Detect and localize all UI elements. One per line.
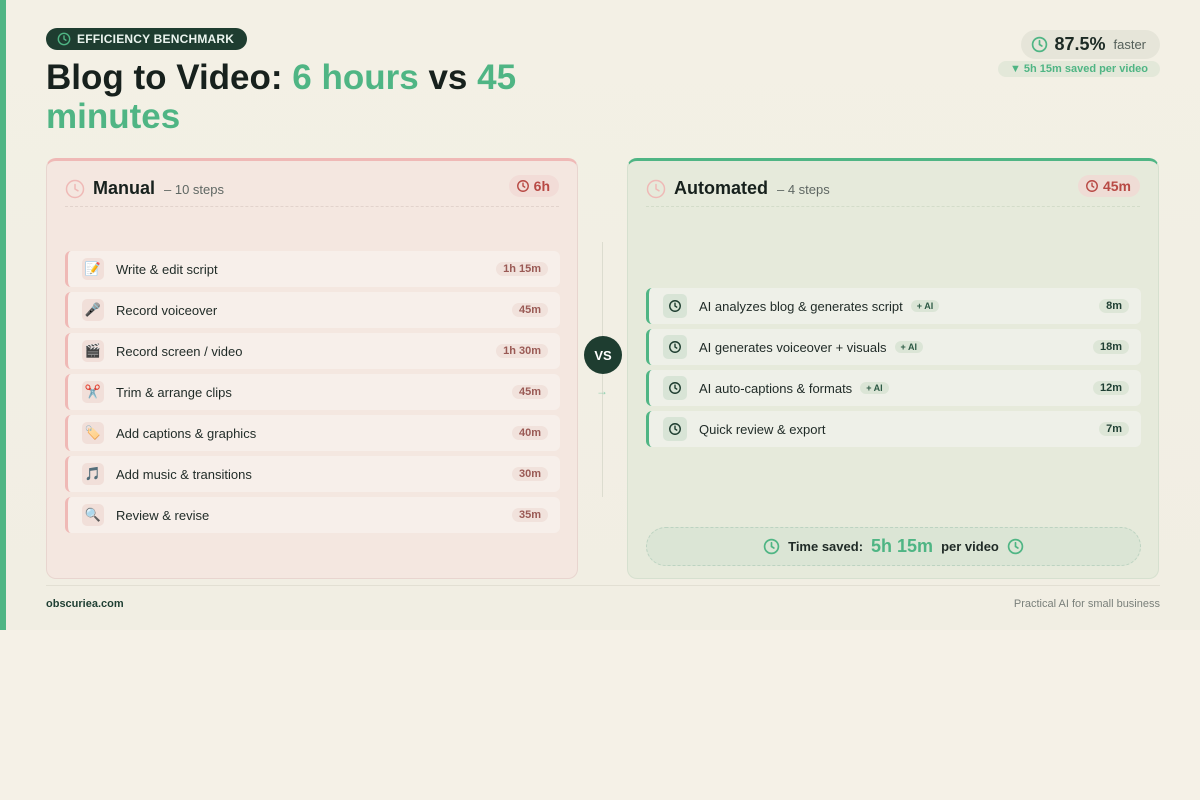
manual-step-row: 📝 Write & edit script 1h 15m <box>65 251 560 287</box>
left-accent-bar <box>0 0 6 630</box>
page-title: Blog to Video: 6 hours vs 45 minutes <box>46 58 566 136</box>
badge-label: EFFICIENCY BENCHMARK <box>77 32 235 46</box>
clock-icon <box>663 376 687 400</box>
automated-panel-header: Automated – 4 steps 45m <box>646 175 1140 207</box>
clock-icon <box>763 538 780 555</box>
faster-label: faster <box>1113 37 1146 52</box>
manual-total-time: 6h <box>533 178 550 194</box>
manual-step-row: ✂️ Trim & arrange clips 45m <box>65 374 560 410</box>
time-saved-suffix: per video <box>941 539 999 554</box>
automated-step-row: AI generates voiceover + visuals + AI 18m <box>646 329 1141 365</box>
clock-icon <box>57 32 71 46</box>
faster-stat-pill: 87.5% faster <box>1021 30 1160 59</box>
music-note-icon: 🎵 <box>82 463 104 485</box>
step-duration: 45m <box>511 385 548 399</box>
title-part-2: vs <box>418 58 478 97</box>
manual-panel-header: Manual – 10 steps 6h <box>65 175 559 207</box>
clock-icon <box>1007 538 1024 555</box>
step-label: Add captions & graphics <box>116 425 257 441</box>
title-highlight-manual-time: 6 hours <box>292 58 419 97</box>
footer-tagline: Practical AI for small business <box>1013 598 1160 610</box>
manual-step-count: – 10 steps <box>164 182 225 197</box>
step-label: AI auto-captions & formats <box>699 380 853 396</box>
automated-total-time: 45m <box>1102 178 1131 194</box>
automated-step-row: AI analyzes blog & generates script + AI 8… <box>646 288 1141 324</box>
automated-step-row: Quick review & export 7m <box>646 411 1141 447</box>
manual-title: Manual <box>93 178 156 198</box>
clock-icon <box>663 335 687 359</box>
step-label: Add music & transitions <box>116 466 252 482</box>
magnifier-icon: 🔍 <box>82 504 104 526</box>
manual-step-row: 🎬 Record screen / video 1h 30m <box>65 333 560 369</box>
step-duration: 18m <box>1092 340 1129 354</box>
clock-icon <box>663 294 687 318</box>
step-label: Review & revise <box>116 507 210 523</box>
clock-icon <box>1086 180 1098 192</box>
footer-site-link[interactable]: obscuriea.com <box>46 598 124 610</box>
clock-icon <box>516 180 529 192</box>
label-tag-icon: 🏷️ <box>82 422 104 444</box>
title-part-1: Blog to Video: <box>46 58 293 97</box>
time-saved-value: 5h 15m <box>871 536 934 556</box>
step-duration: 35m <box>511 508 548 522</box>
step-duration: 12m <box>1092 381 1129 395</box>
efficiency-badge: EFFICIENCY BENCHMARK <box>46 28 248 50</box>
step-duration: 45m <box>511 303 548 317</box>
ai-tag: + AI <box>910 300 940 312</box>
ai-tag: + AI <box>860 382 889 394</box>
automated-title: Automated <box>674 178 768 198</box>
automated-step-count: – 4 steps <box>777 182 830 197</box>
scissors-icon: ✂️ <box>82 381 104 403</box>
step-label: AI analyzes blog & generates script <box>699 298 903 314</box>
clapperboard-icon: 🎬 <box>82 340 104 362</box>
automated-total-time-chip: 45m <box>1077 175 1140 197</box>
automated-step-row: AI auto-captions & formats + AI 12m <box>646 370 1141 406</box>
step-label: Trim & arrange clips <box>116 384 232 400</box>
manual-step-row: 🏷️ Add captions & graphics 40m <box>65 415 560 451</box>
manual-total-time-chip: 6h <box>508 175 559 197</box>
clock-icon <box>65 179 85 198</box>
manual-step-row: 🎤 Record voiceover 45m <box>65 292 560 328</box>
ai-tag: + AI <box>894 341 923 353</box>
step-label: AI generates voiceover + visuals <box>699 339 887 355</box>
memo-icon: 📝 <box>82 258 104 280</box>
clock-icon <box>1032 36 1048 53</box>
step-duration: 1h 30m <box>496 344 548 358</box>
manual-panel: Manual – 10 steps 6h 📝 Write & edit scrip… <box>46 158 578 579</box>
time-saved-label: Time saved: <box>788 539 864 554</box>
step-duration: 40m <box>511 426 548 440</box>
step-label: Write & edit script <box>116 261 218 277</box>
microphone-icon: 🎤 <box>82 299 104 321</box>
step-duration: 7m <box>1099 422 1129 436</box>
vs-badge: VS <box>584 336 622 374</box>
saved-per-video-pill: ▼ 5h 15m saved per video <box>997 61 1160 77</box>
step-label: Record screen / video <box>116 343 243 359</box>
step-duration: 30m <box>511 467 548 481</box>
clock-icon <box>663 417 687 441</box>
step-label: Quick review & export <box>699 421 826 437</box>
footer-divider <box>46 585 1160 586</box>
step-duration: 8m <box>1099 299 1129 313</box>
clock-icon <box>646 179 666 198</box>
automated-panel: Automated – 4 steps 45m AI analyzes blog… <box>627 158 1159 579</box>
faster-percentage: 87.5% <box>1054 34 1106 54</box>
time-saved-banner: Time saved: 5h 15m per video <box>646 527 1141 566</box>
manual-step-row: 🎵 Add music & transitions 30m <box>65 456 560 492</box>
step-duration: 1h 15m <box>496 262 548 276</box>
arrow-right-icon: → <box>596 384 608 398</box>
manual-step-row: 🔍 Review & revise 35m <box>65 497 560 533</box>
step-label: Record voiceover <box>116 302 218 318</box>
